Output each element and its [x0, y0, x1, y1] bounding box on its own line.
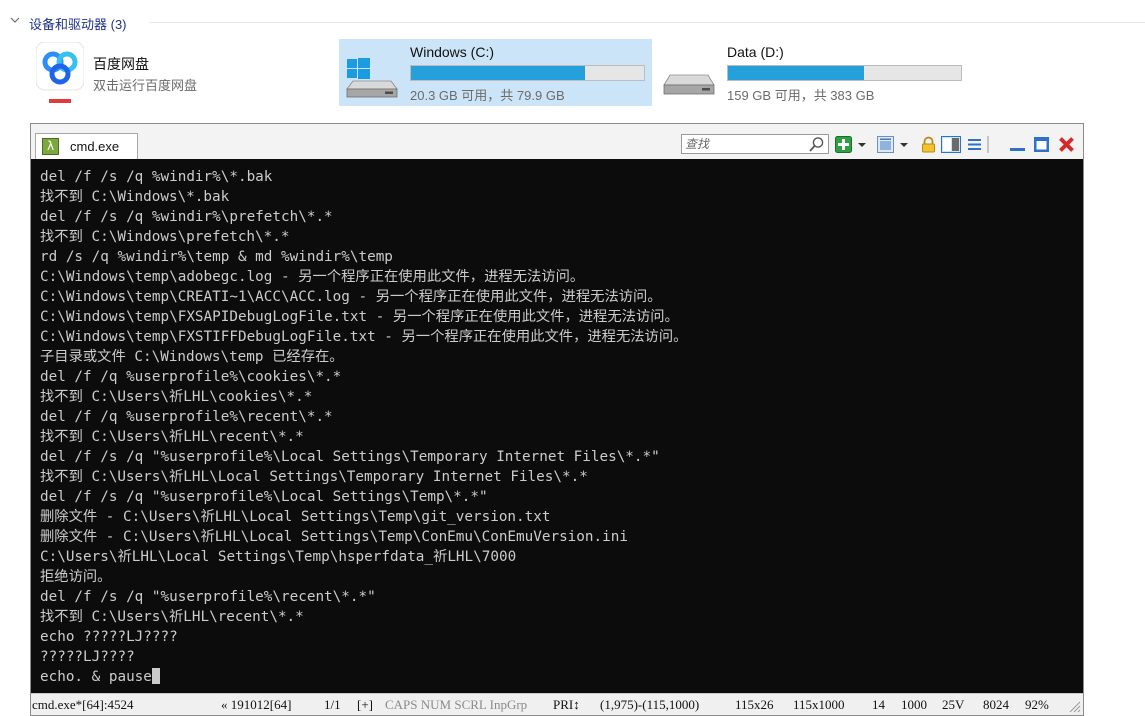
console-line: C:\Windows\temp\FXSAPIDebugLogFile.txt -…: [40, 309, 679, 325]
group-title: 设备和驱动器 (3): [29, 17, 127, 32]
console-line: C:\Windows\temp\CREATI~1\ACC\ACC.log - 另…: [40, 289, 662, 305]
tab-bar: λ cmd.exe: [31, 124, 1083, 159]
new-console-dropdown-icon[interactable]: [857, 136, 867, 153]
search-icon[interactable]: [808, 136, 825, 153]
baidu-netdisk-logo: [36, 42, 84, 103]
app-tile-baidu-netdisk[interactable]: 百度网盘 双击运行百度网盘: [26, 40, 256, 106]
drive-usage-fill: [411, 66, 585, 80]
status-n2[interactable]: 1000: [901, 697, 927, 713]
console-line: 找不到 C:\Users\祈LHL\recent\*.*: [40, 609, 304, 625]
split-view-icon[interactable]: [941, 136, 961, 153]
maximize-icon[interactable]: [1033, 136, 1050, 153]
os-drive-icon: [346, 58, 398, 98]
console-line: del /f /s /q "%userprofile%\Local Settin…: [40, 489, 488, 505]
status-n4[interactable]: 8024: [983, 697, 1009, 713]
console-line: 找不到 C:\Windows\*.bak: [40, 189, 230, 205]
window-layout-icon[interactable]: [877, 136, 894, 153]
console-line: ?????LJ????: [40, 649, 135, 665]
console-line: del /f /s /q "%userprofile%\Local Settin…: [40, 449, 660, 465]
app-subtitle: 双击运行百度网盘: [93, 78, 198, 93]
console-line: del /f /s /q "%userprofile%\recent\*.*": [40, 589, 376, 605]
text-cursor: [151, 668, 160, 684]
conemu-window[interactable]: λ cmd.exe 查找 del /f /s /q %windir%\*.bak…: [30, 123, 1084, 716]
drive-usage-bar: [410, 65, 645, 81]
status-process[interactable]: cmd.exe*[64]:4524: [32, 697, 133, 713]
console-line: del /f /s /q %windir%\*.bak: [40, 169, 273, 185]
layout-dropdown-icon[interactable]: [899, 136, 909, 153]
console-line: 删除文件 - C:\Users\祈LHL\Local Settings\Temp…: [40, 509, 551, 525]
drive-usage-fill: [728, 66, 865, 80]
lambda-icon: λ: [42, 138, 59, 155]
console-line: C:\Windows\temp\FXSTIFFDebugLogFile.txt …: [40, 329, 688, 345]
status-size-visible[interactable]: 115x26: [735, 697, 774, 713]
console-line: echo ?????LJ????: [40, 629, 178, 645]
status-priority[interactable]: PRI↕: [553, 697, 580, 713]
console-line: C:\Users\祈LHL\Local Settings\Temp\hsperf…: [40, 549, 517, 565]
console-line: rd /s /q %windir%\temp & md %windir%\tem…: [40, 249, 393, 265]
drive-name: Data (D:): [727, 44, 784, 60]
resize-grip-icon[interactable]: [1067, 699, 1081, 713]
status-bar: cmd.exe*[64]:4524 « 191012[64] 1/1 [+] C…: [31, 693, 1083, 715]
drive-capacity: 159 GB 可用，共 383 GB: [727, 88, 875, 103]
console-line: del /f /q %userprofile%\cookies\*.*: [40, 369, 342, 385]
toolbar-separator: [987, 136, 989, 153]
console-line: del /f /s /q %windir%\prefetch\*.*: [40, 209, 333, 225]
console-line: C:\Windows\temp\adobegc.log - 另一个程序正在使用此…: [40, 269, 585, 285]
console-line: 找不到 C:\Windows\prefetch\*.*: [40, 229, 290, 245]
app-name: 百度网盘: [93, 56, 149, 72]
drive-capacity: 20.3 GB 可用，共 79.9 GB: [410, 88, 565, 103]
status-console-index[interactable]: 1/1: [324, 697, 341, 713]
console-prompt-line[interactable]: echo. & pause: [40, 667, 160, 687]
status-n3[interactable]: 25V: [942, 697, 964, 713]
console-output[interactable]: del /f /s /q %windir%\*.bak 找不到 C:\Window…: [31, 159, 1083, 694]
prompt-text: echo. & pause: [40, 669, 152, 685]
group-divider: [150, 22, 1145, 23]
chevron-down-icon[interactable]: [10, 15, 20, 25]
lock-icon[interactable]: [920, 136, 937, 153]
menu-icon[interactable]: [966, 136, 983, 153]
minimize-icon[interactable]: [1009, 136, 1026, 153]
status-size-buffer[interactable]: 115x1000: [793, 697, 845, 713]
console-line: 找不到 C:\Users\祈LHL\Local Settings\Tempora…: [40, 469, 588, 485]
drive-tile-c[interactable]: Windows (C:) 20.3 GB 可用，共 79.9 GB: [339, 39, 652, 106]
console-line: 拒绝访问。: [40, 569, 112, 585]
tab-label: cmd.exe: [70, 139, 120, 154]
drive-tile-d[interactable]: Data (D:) 159 GB 可用，共 383 GB: [656, 39, 969, 106]
console-line: 删除文件 - C:\Users\祈LHL\Local Settings\Temp…: [40, 529, 628, 545]
console-line: 找不到 C:\Users\祈LHL\cookies\*.*: [40, 389, 313, 405]
console-line: 找不到 C:\Users\祈LHL\recent\*.*: [40, 429, 304, 445]
hard-drive-icon: [663, 74, 715, 95]
status-n1[interactable]: 14: [872, 697, 885, 713]
search-input[interactable]: [685, 136, 803, 152]
status-flag-plus[interactable]: [+]: [357, 697, 373, 713]
status-build[interactable]: « 191012[64]: [221, 697, 291, 713]
devices-drives-group-header[interactable]: 设备和驱动器 (3): [0, 6, 1145, 36]
drive-name: Windows (C:): [410, 44, 495, 60]
status-key-flags[interactable]: CAPS NUM SCRL InpGrp: [385, 697, 527, 713]
status-zoom[interactable]: 92%: [1025, 697, 1049, 713]
search-box[interactable]: [681, 134, 829, 154]
console-line: 子目录或文件 C:\Windows\temp 已经存在。: [40, 349, 344, 365]
new-console-icon[interactable]: [835, 136, 852, 153]
drive-usage-bar: [727, 65, 962, 81]
status-coords[interactable]: (1,975)-(115,1000): [600, 697, 699, 713]
close-icon[interactable]: [1058, 136, 1075, 153]
console-line: del /f /q %userprofile%\recent\*.*: [40, 409, 333, 425]
tab-cmd[interactable]: λ cmd.exe: [35, 133, 138, 159]
